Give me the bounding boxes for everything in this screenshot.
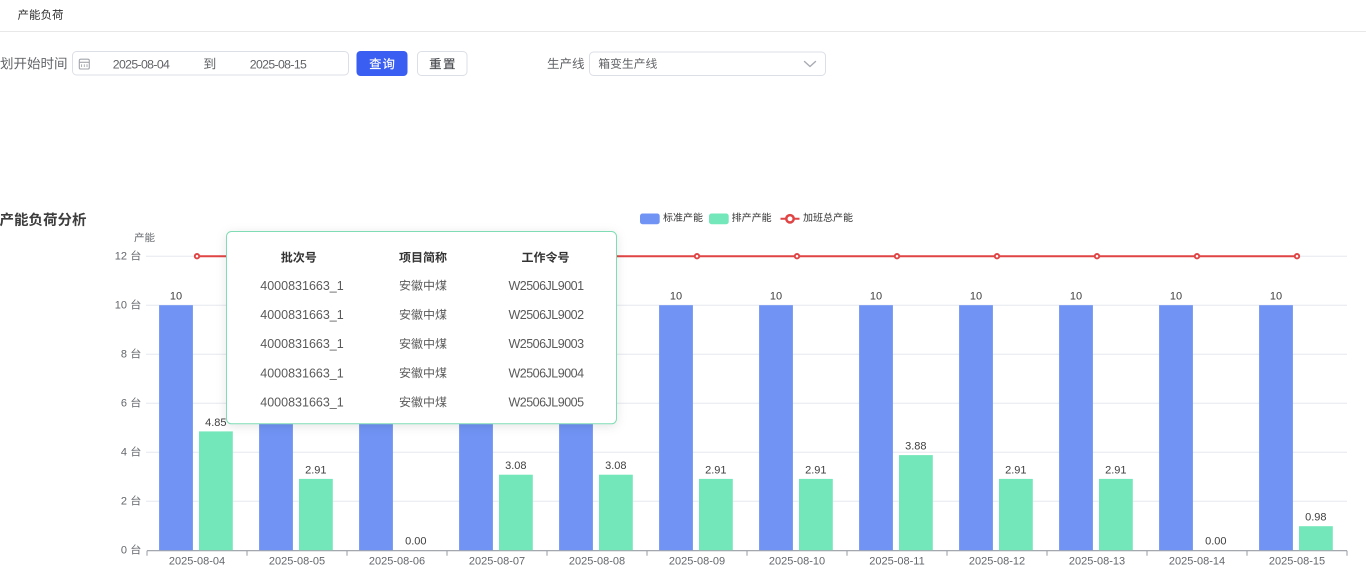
svg-text:4000831663_1: 4000831663_1	[260, 366, 343, 380]
svg-text:2025-08-15: 2025-08-15	[1269, 556, 1325, 568]
svg-text:3.88: 3.88	[905, 441, 926, 453]
svg-text:3.08: 3.08	[605, 460, 626, 472]
svg-text:2.91: 2.91	[305, 464, 326, 476]
svg-text:2025-08-15: 2025-08-15	[250, 57, 307, 71]
svg-text:W2506JL9002: W2506JL9002	[508, 308, 584, 322]
svg-text:6: 6	[121, 397, 127, 409]
svg-text:0.00: 0.00	[405, 536, 426, 548]
svg-text:4000831663_1: 4000831663_1	[260, 396, 343, 410]
svg-text:2025-08-04: 2025-08-04	[113, 57, 170, 71]
svg-text:2025-08-14: 2025-08-14	[1169, 556, 1225, 568]
svg-text:4000831663_1: 4000831663_1	[260, 279, 343, 293]
svg-text:2.91: 2.91	[1005, 464, 1026, 476]
svg-text:10: 10	[115, 299, 127, 311]
svg-text:W2506JL9001: W2506JL9001	[508, 279, 584, 293]
svg-text:0: 0	[121, 544, 127, 556]
svg-text:2025-08-11: 2025-08-11	[869, 556, 924, 568]
svg-text:4000831663_1: 4000831663_1	[260, 337, 343, 351]
svg-text:10: 10	[170, 291, 182, 303]
svg-text:2025-08-13: 2025-08-13	[1069, 556, 1125, 568]
svg-text:2025-08-12: 2025-08-12	[969, 556, 1025, 568]
svg-text:2025-08-04: 2025-08-04	[169, 556, 225, 568]
svg-text:0.00: 0.00	[1205, 536, 1226, 548]
svg-text:2025-08-08: 2025-08-08	[569, 556, 625, 568]
svg-text:2025-08-10: 2025-08-10	[769, 556, 825, 568]
svg-text:2: 2	[121, 495, 127, 507]
svg-text:W2506JL9003: W2506JL9003	[508, 337, 584, 351]
svg-text:2025-08-06: 2025-08-06	[369, 556, 425, 568]
svg-text:2025-08-05: 2025-08-05	[269, 556, 325, 568]
svg-text:W2506JL9004: W2506JL9004	[508, 366, 584, 380]
svg-text:10: 10	[1070, 291, 1082, 303]
svg-text:0.98: 0.98	[1305, 512, 1326, 524]
svg-text:10: 10	[970, 291, 982, 303]
svg-text:2.91: 2.91	[705, 464, 726, 476]
svg-text:12: 12	[115, 250, 127, 262]
svg-text:10: 10	[670, 291, 682, 303]
svg-text:3.08: 3.08	[505, 460, 526, 472]
svg-text:10: 10	[1270, 291, 1282, 303]
svg-text:8: 8	[121, 348, 127, 360]
svg-text:4.85: 4.85	[205, 417, 226, 429]
svg-text:10: 10	[770, 291, 782, 303]
svg-text:2.91: 2.91	[1105, 464, 1126, 476]
svg-text:2025-08-09: 2025-08-09	[669, 556, 725, 568]
svg-text:4000831663_1: 4000831663_1	[260, 308, 343, 322]
svg-text:10: 10	[1170, 291, 1182, 303]
svg-text:10: 10	[870, 291, 882, 303]
svg-text:4: 4	[121, 446, 127, 458]
svg-text:W2506JL9005: W2506JL9005	[508, 396, 584, 410]
svg-text:2.91: 2.91	[805, 464, 826, 476]
svg-text:2025-08-07: 2025-08-07	[469, 556, 525, 568]
